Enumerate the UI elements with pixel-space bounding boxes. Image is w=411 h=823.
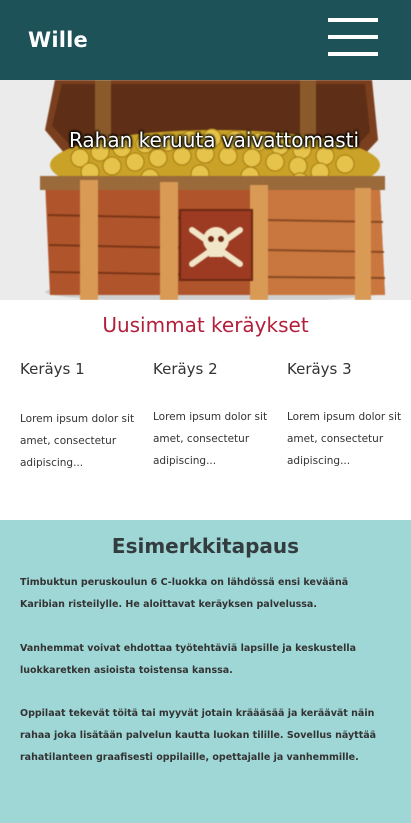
section-title: Uusimmat keräykset	[102, 313, 309, 337]
example-paragraph: Oppilaat tekevät töitä tai myyvät jotain…	[20, 708, 377, 763]
hamburger-menu-icon[interactable]	[326, 16, 380, 62]
menu-line	[328, 18, 378, 22]
collection-title[interactable]: Keräys 3	[287, 360, 407, 378]
collection-description: Lorem ipsum dolor sit amet, consectetur …	[287, 411, 402, 467]
treasure-chest-image	[0, 80, 411, 300]
hero-banner: Rahan keruuta vaivattomasti	[0, 80, 411, 300]
top-bar: Wille	[0, 0, 411, 80]
collection-card[interactable]: Keräys 2 Lorem ipsum dolor sit amet, con…	[153, 360, 273, 472]
latest-collections-section: Uusimmat keräykset Keräys 1 Lorem ipsum …	[0, 300, 411, 520]
example-case-section: Esimerkkitapaus Timbuktun peruskoulun 6 …	[0, 520, 411, 823]
menu-line	[328, 52, 378, 56]
menu-line	[328, 35, 378, 39]
collection-description: Lorem ipsum dolor sit amet, consectetur …	[153, 411, 268, 467]
collection-title[interactable]: Keräys 1	[20, 360, 140, 378]
example-paragraph: Vanhemmat voivat ehdottaa työtehtäviä la…	[20, 643, 356, 676]
hero-title: Rahan keruuta vaivattomasti	[68, 128, 360, 152]
collection-card[interactable]: Keräys 3 Lorem ipsum dolor sit amet, con…	[287, 360, 407, 472]
collection-card[interactable]: Keräys 1 Lorem ipsum dolor sit amet, con…	[20, 360, 140, 474]
collection-description: Lorem ipsum dolor sit amet, consectetur …	[20, 413, 135, 469]
section-title: Esimerkkitapaus	[111, 534, 300, 558]
brand-logo[interactable]: Wille	[28, 28, 88, 52]
collection-title[interactable]: Keräys 2	[153, 360, 273, 378]
example-paragraph: Timbuktun peruskoulun 6 C-luokka on lähd…	[20, 577, 349, 610]
